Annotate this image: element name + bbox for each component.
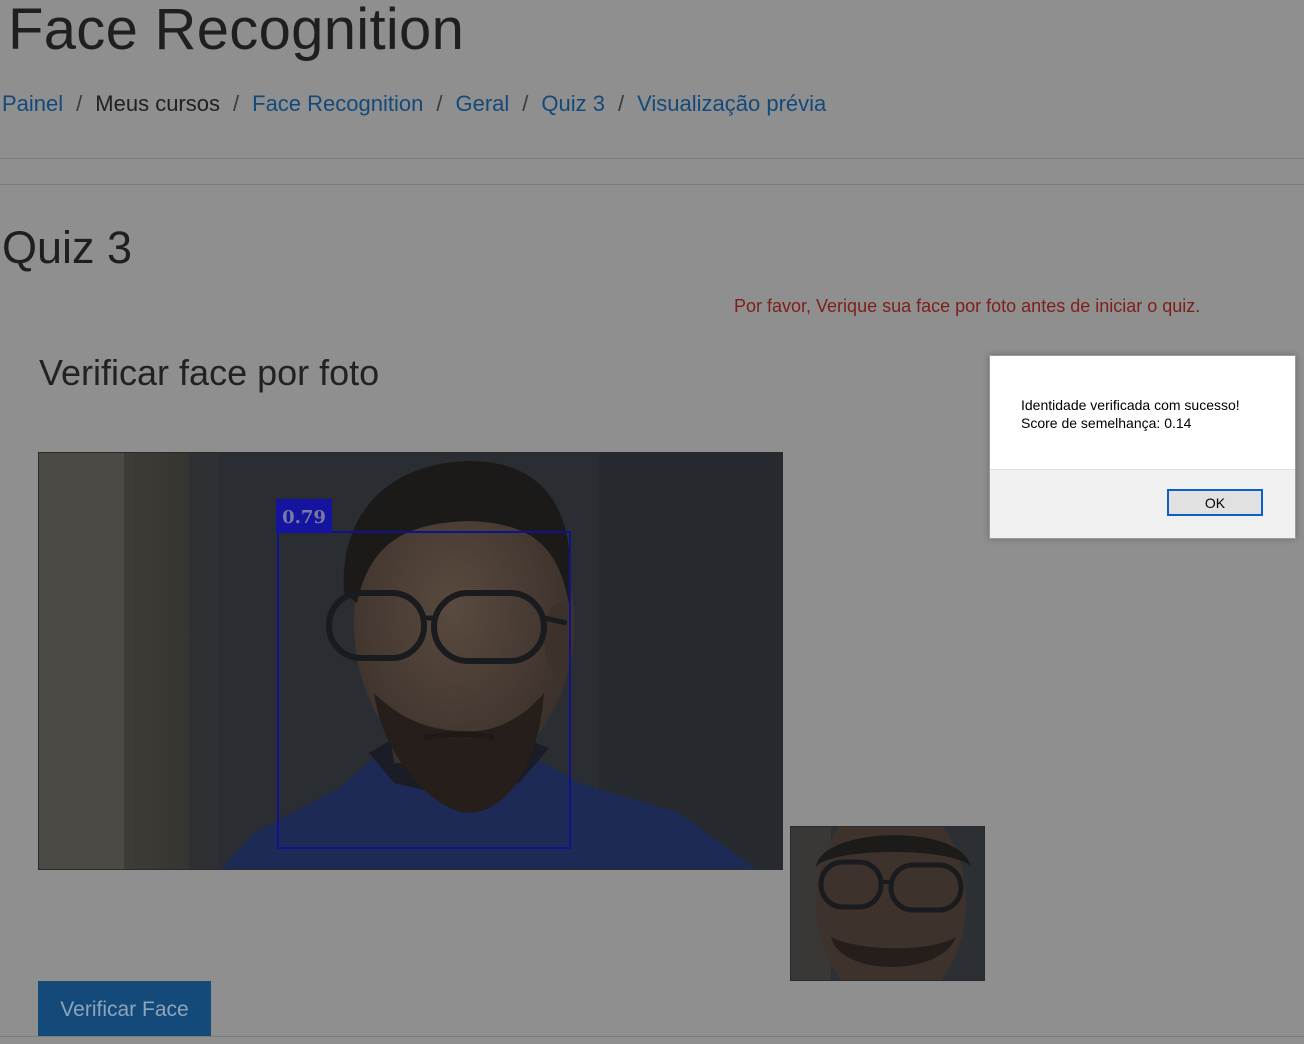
face-detection-box bbox=[277, 531, 571, 849]
cropped-face-photo bbox=[791, 827, 984, 980]
header-divider bbox=[0, 158, 1304, 159]
breadcrumb-separator: / bbox=[617, 91, 625, 116]
breadcrumb-item-quiz-3[interactable]: Quiz 3 bbox=[541, 91, 605, 116]
alert-footer: OK bbox=[990, 469, 1295, 538]
alert-message: Identidade verificada com sucesso! Score… bbox=[1021, 396, 1240, 432]
cropped-face-image bbox=[790, 826, 985, 981]
verification-warning: Por favor, Verique sua face por foto ant… bbox=[734, 296, 1201, 316]
ok-button[interactable]: OK bbox=[1167, 489, 1263, 516]
breadcrumb-item-face-recognition[interactable]: Face Recognition bbox=[252, 91, 423, 116]
breadcrumb-separator: / bbox=[522, 91, 529, 116]
breadcrumb-separator: / bbox=[436, 91, 443, 116]
alert-dialog: Identidade verificada com sucesso! Score… bbox=[989, 355, 1296, 539]
breadcrumb-item-visualizacao-previa[interactable]: Visualização prévia bbox=[637, 91, 826, 116]
alert-message-line-2: Score de semelhança: 0.14 bbox=[1021, 415, 1192, 431]
breadcrumb: Painel / Meus cursos / Face Recognition / Gera… bbox=[2, 91, 826, 117]
breadcrumb-item-painel[interactable]: Painel bbox=[2, 91, 63, 116]
breadcrumb-separator: / bbox=[233, 91, 240, 116]
section-title: Verificar face por foto bbox=[39, 352, 380, 393]
breadcrumb-separator: / bbox=[76, 91, 83, 116]
quiz-title: Quiz 3 bbox=[2, 222, 133, 273]
page-title: Face Recognition bbox=[8, 0, 465, 62]
footer-divider bbox=[0, 1036, 1304, 1037]
content-divider bbox=[0, 184, 1304, 185]
breadcrumb-item-meus-cursos: Meus cursos bbox=[95, 91, 220, 116]
face-detection-score: 0.79 bbox=[276, 499, 332, 533]
alert-message-line-1: Identidade verificada com sucesso! bbox=[1021, 397, 1240, 413]
verify-face-button[interactable]: Verificar Face bbox=[38, 981, 211, 1036]
breadcrumb-item-geral[interactable]: Geral bbox=[455, 91, 509, 116]
